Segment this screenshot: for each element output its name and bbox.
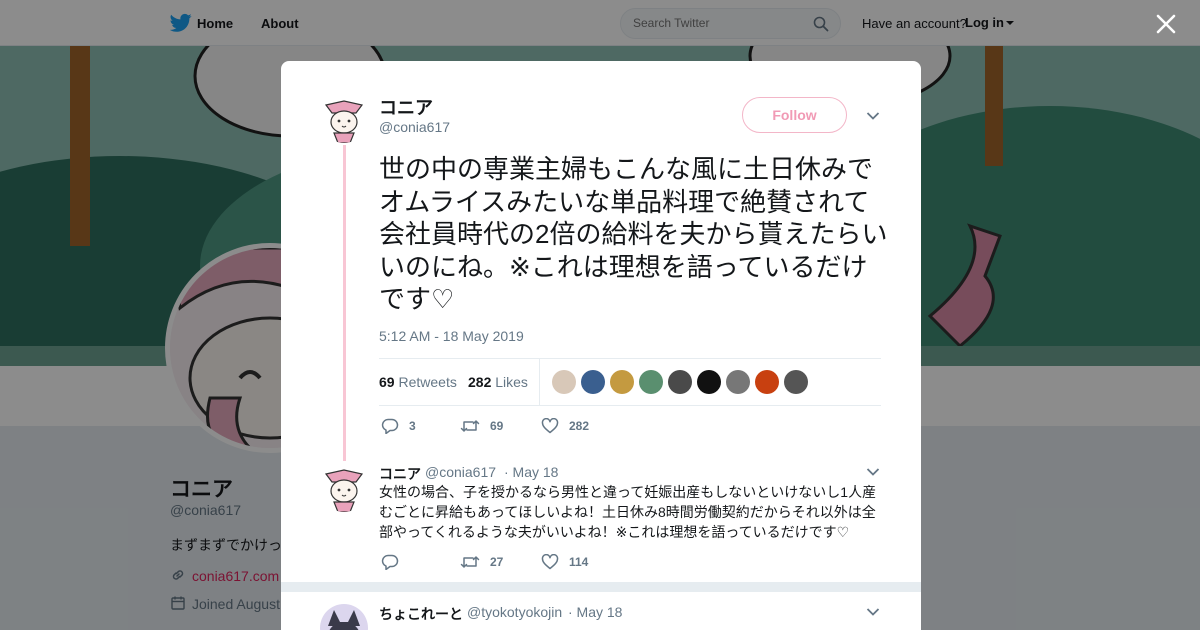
liker-avatar[interactable] bbox=[784, 370, 808, 394]
liker-avatar[interactable] bbox=[610, 370, 634, 394]
reply-icon bbox=[381, 418, 399, 434]
like-count: 282 bbox=[569, 419, 590, 433]
likes-stat[interactable]: 282 Likes bbox=[468, 374, 528, 390]
chevron-down-icon[interactable] bbox=[866, 467, 880, 477]
liker-avatar[interactable] bbox=[755, 370, 779, 394]
thread-connector-line bbox=[343, 145, 346, 461]
reply-count: 3 bbox=[409, 419, 416, 433]
like-count: 114 bbox=[569, 555, 589, 569]
likes-count: 282 bbox=[468, 374, 492, 390]
reply-action[interactable]: 3 bbox=[381, 418, 416, 434]
retweet-icon bbox=[460, 556, 480, 568]
reply-date[interactable]: · May 18 bbox=[568, 604, 622, 620]
liker-avatar[interactable] bbox=[697, 370, 721, 394]
tweet-author-name[interactable]: コニア bbox=[379, 94, 433, 120]
reply-author-handle[interactable]: @tyokotyokojin bbox=[467, 604, 562, 620]
reply-date[interactable]: · May 18 bbox=[504, 464, 558, 480]
retweet-icon bbox=[460, 420, 480, 432]
reply-separator bbox=[281, 582, 921, 592]
avatar-image bbox=[320, 464, 368, 512]
heart-icon bbox=[541, 418, 559, 434]
reply-icon bbox=[381, 554, 399, 570]
heart-icon bbox=[541, 554, 559, 570]
tweet-modal: コニア @conia617 Follow 世の中の専業主婦もこんな風に土日休みで… bbox=[281, 61, 921, 630]
reply-author-name[interactable]: コニア bbox=[379, 464, 421, 484]
liker-avatar[interactable] bbox=[668, 370, 692, 394]
liker-avatar[interactable] bbox=[552, 370, 576, 394]
chevron-down-icon[interactable] bbox=[866, 111, 880, 121]
reply-author-name[interactable]: ちょこれーと bbox=[379, 604, 463, 624]
tweet-author-handle[interactable]: @conia617 bbox=[379, 119, 450, 135]
like-action[interactable]: 114 bbox=[541, 554, 588, 570]
tweet-text: 世の中の専業主婦もこんな風に土日休みでオムライスみたいな単品料理で絶賛されて会社… bbox=[379, 154, 888, 314]
reply-author-avatar[interactable] bbox=[320, 464, 368, 512]
chevron-down-icon[interactable] bbox=[866, 607, 880, 617]
reply-author-avatar[interactable] bbox=[320, 604, 368, 630]
stats-divider bbox=[539, 359, 540, 405]
liker-avatar[interactable] bbox=[639, 370, 663, 394]
retweets-stat[interactable]: 69 Retweets bbox=[379, 374, 457, 390]
retweet-count: 27 bbox=[490, 555, 504, 569]
retweet-count: 69 bbox=[490, 419, 504, 433]
liker-avatar[interactable] bbox=[726, 370, 750, 394]
reply-text: 女性の場合、子を授かるなら男性と違って妊娠出産もしないといけないし1人産むごとに… bbox=[379, 484, 877, 540]
close-icon[interactable] bbox=[1152, 10, 1180, 38]
retweet-action[interactable]: 27 bbox=[460, 554, 503, 570]
reply-author-handle[interactable]: @conia617 bbox=[425, 464, 496, 480]
retweet-action[interactable]: 69 bbox=[460, 418, 503, 434]
tweet-stats: 69 Retweets 282 Likes bbox=[379, 358, 881, 406]
like-action[interactable]: 282 bbox=[541, 418, 589, 434]
liker-avatar[interactable] bbox=[581, 370, 605, 394]
avatar-image bbox=[320, 95, 368, 143]
retweets-label: Retweets bbox=[398, 374, 457, 390]
likes-label: Likes bbox=[495, 374, 528, 390]
reply-action[interactable] bbox=[381, 554, 409, 570]
avatar-image bbox=[320, 604, 368, 630]
tweet-timestamp[interactable]: 5:12 AM - 18 May 2019 bbox=[379, 328, 524, 344]
retweets-count: 69 bbox=[379, 374, 395, 390]
follow-button[interactable]: Follow bbox=[742, 97, 847, 133]
tweet-author-avatar[interactable] bbox=[320, 95, 368, 143]
